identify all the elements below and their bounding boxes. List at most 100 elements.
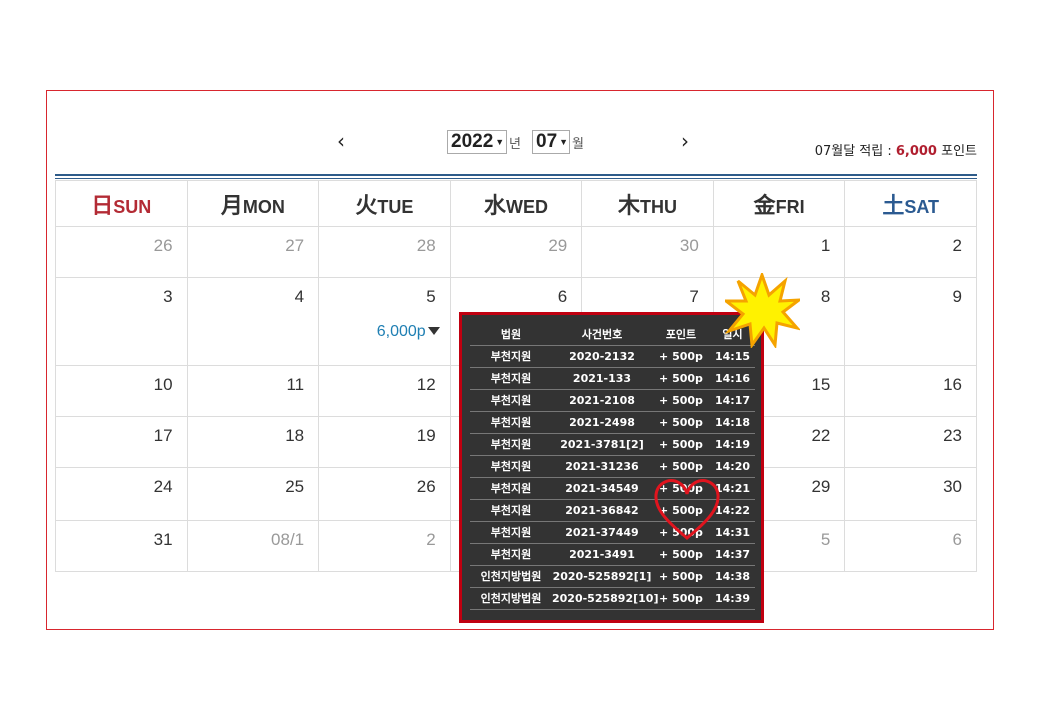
calendar-day-cell[interactable]: 12 bbox=[318, 365, 451, 417]
day-points-label: 6,000p bbox=[376, 323, 426, 340]
day-number: 08/1 bbox=[271, 530, 305, 549]
day-number: 16 bbox=[943, 375, 962, 394]
calendar-day-cell[interactable]: 30 bbox=[581, 226, 714, 278]
calendar-day-cell[interactable]: 11 bbox=[186, 365, 320, 417]
calendar-day-cell[interactable]: 5 6,000p bbox=[318, 277, 451, 366]
calendar-day-cell[interactable]: 17 bbox=[55, 416, 188, 468]
table-cell: 14:39 bbox=[710, 587, 755, 610]
calendar-day-cell[interactable]: 26 bbox=[318, 467, 451, 521]
calendar-day-cell[interactable]: 16 bbox=[844, 365, 977, 417]
points-detail-popup: 법원 사건번호 포인트 일시 부천지원 2020-2132 + 500p 14:15 부천지원… bbox=[459, 312, 764, 623]
popup-column-header: 법원 bbox=[470, 323, 552, 346]
popup-column-header: 사건번호 bbox=[552, 323, 652, 346]
table-cell: 14:20 bbox=[710, 455, 755, 478]
calendar-day-cell[interactable]: 1 bbox=[712, 226, 846, 278]
table-cell: 부천지원 bbox=[470, 521, 552, 544]
calendar-day-cell[interactable]: 08/1 bbox=[186, 520, 320, 572]
chevron-down-icon: ▼ bbox=[559, 137, 569, 147]
calendar-day-cell[interactable]: 25 bbox=[186, 467, 320, 521]
calendar-day-cell[interactable]: 6 bbox=[844, 520, 977, 572]
weekday-english: TUE bbox=[377, 196, 414, 217]
calendar-day-cell[interactable]: 3 bbox=[55, 277, 188, 366]
table-cell: 14:15 bbox=[710, 345, 755, 368]
table-cell: 부천지원 bbox=[470, 367, 552, 390]
table-cell: 2021-36842 bbox=[552, 499, 652, 522]
table-cell: + 500p bbox=[652, 455, 710, 478]
day-number: 26 bbox=[153, 236, 173, 255]
chevron-right-icon[interactable]: › bbox=[681, 130, 689, 152]
table-cell: 2021-2108 bbox=[552, 389, 652, 412]
chevron-down-icon: ▼ bbox=[495, 137, 505, 147]
table-cell: 부천지원 bbox=[470, 433, 552, 456]
calendar-day-cell[interactable]: 4 bbox=[186, 277, 320, 366]
weekday-hanja: 火 bbox=[355, 193, 378, 219]
weekday-hanja: 月 bbox=[220, 193, 243, 219]
weekday-header-sat: 土SAT bbox=[844, 180, 977, 227]
table-cell: 2021-3491 bbox=[552, 543, 652, 566]
calendar-day-cell[interactable]: 31 bbox=[55, 520, 188, 572]
chevron-left-icon[interactable]: ‹ bbox=[337, 130, 345, 152]
calendar-day-cell[interactable]: 27 bbox=[186, 226, 320, 278]
heart-icon bbox=[654, 479, 720, 540]
weekday-hanja: 日 bbox=[91, 193, 114, 219]
weekday-hanja: 木 bbox=[618, 193, 641, 219]
calendar-day-cell[interactable]: 23 bbox=[844, 416, 977, 468]
calendar-day-cell[interactable]: 2 bbox=[844, 226, 977, 278]
caret-down-icon bbox=[427, 327, 440, 335]
day-number: 22 bbox=[811, 426, 831, 445]
day-number: 24 bbox=[153, 477, 173, 496]
day-number: 12 bbox=[416, 375, 436, 394]
weekday-header-thu: 木THU bbox=[581, 180, 714, 227]
header-divider-thin bbox=[55, 178, 977, 179]
table-cell: + 500p bbox=[652, 565, 710, 588]
day-number: 25 bbox=[285, 477, 305, 496]
table-cell: 14:19 bbox=[710, 433, 755, 456]
calendar-day-cell[interactable]: 18 bbox=[186, 416, 320, 468]
table-cell: 2021-37449 bbox=[552, 521, 652, 544]
calendar-day-cell[interactable]: 2 bbox=[318, 520, 451, 572]
weekday-hanja: 水 bbox=[483, 193, 506, 219]
month-value: 07 bbox=[536, 131, 558, 152]
day-number: 2 bbox=[952, 236, 962, 255]
calendar-day-cell[interactable]: 29 bbox=[449, 226, 583, 278]
day-number: 9 bbox=[952, 287, 962, 306]
table-cell: + 500p bbox=[652, 389, 710, 412]
weekday-english: SUN bbox=[113, 196, 152, 217]
table-cell: 2021-133 bbox=[552, 367, 652, 390]
calendar-day-cell[interactable]: 10 bbox=[55, 365, 188, 417]
calendar-day-cell[interactable]: 30 bbox=[844, 467, 977, 521]
day-number: 6 bbox=[952, 530, 962, 549]
table-row: 부천지원 2021-3781[2] + 500p 14:19 bbox=[470, 433, 755, 456]
day-number: 10 bbox=[153, 375, 173, 394]
table-row: 부천지원 2021-3491 + 500p 14:37 bbox=[470, 543, 755, 566]
day-number: 7 bbox=[689, 287, 699, 306]
table-row: 부천지원 2021-31236 + 500p 14:20 bbox=[470, 455, 755, 478]
day-number: 15 bbox=[811, 375, 831, 394]
table-row: 부천지원 2020-2132 + 500p 14:15 bbox=[470, 345, 755, 368]
calendar-day-cell[interactable]: 9 bbox=[844, 277, 977, 366]
calendar-day-cell[interactable]: 26 bbox=[55, 226, 188, 278]
month-select[interactable]: 07 ▼ bbox=[532, 130, 570, 154]
table-cell: + 500p bbox=[652, 411, 710, 434]
points-detail-table: 법원 사건번호 포인트 일시 부천지원 2020-2132 + 500p 14:15 부천지원… bbox=[470, 323, 755, 610]
weekday-header-tue: 火TUE bbox=[318, 180, 451, 227]
table-cell: + 500p bbox=[652, 433, 710, 456]
table-cell: 부천지원 bbox=[470, 345, 552, 368]
table-cell: 2020-525892[1] bbox=[552, 565, 652, 588]
table-cell: 부천지원 bbox=[470, 499, 552, 522]
table-cell: 14:16 bbox=[710, 367, 755, 390]
table-cell: 부천지원 bbox=[470, 543, 552, 566]
day-number: 4 bbox=[294, 287, 305, 306]
weekday-english: MON bbox=[242, 196, 285, 217]
calendar-day-cell[interactable]: 24 bbox=[55, 467, 188, 521]
day-points-link[interactable]: 6,000p bbox=[377, 323, 440, 341]
calendar-day-cell[interactable]: 19 bbox=[318, 416, 451, 468]
year-value: 2022 bbox=[451, 131, 494, 152]
calendar-day-cell[interactable]: 28 bbox=[318, 226, 451, 278]
table-cell: 인천지방법원 bbox=[470, 565, 552, 588]
table-cell: + 500p bbox=[652, 587, 710, 610]
table-cell: 14:18 bbox=[710, 411, 755, 434]
burst-icon bbox=[725, 273, 800, 348]
day-number: 5 bbox=[426, 287, 436, 306]
year-select[interactable]: 2022 ▼ bbox=[447, 130, 507, 154]
